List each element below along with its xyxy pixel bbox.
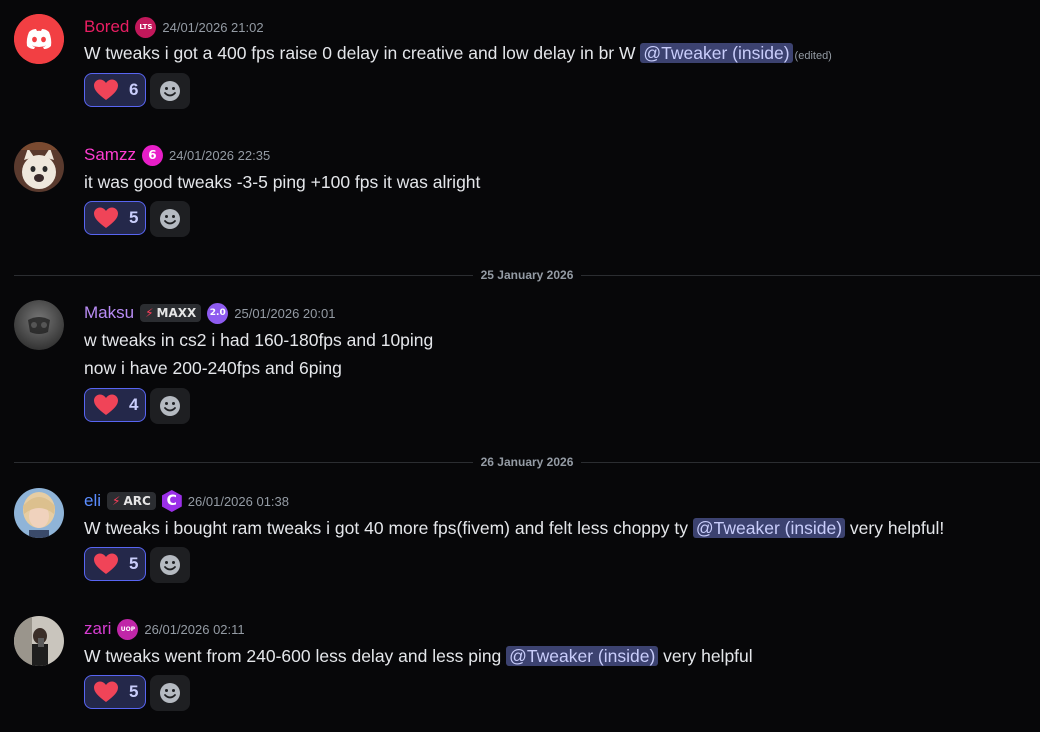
message-text: it was good tweaks -3-5 ping +100 fps it… [84, 172, 481, 192]
message-content: W tweaks i got a 400 fps raise 0 delay i… [84, 40, 832, 69]
reaction-count: 5 [129, 208, 139, 227]
username[interactable]: zari [84, 619, 111, 639]
reaction-count: 6 [129, 80, 139, 99]
message-content: W tweaks went from 240-600 less delay an… [84, 643, 753, 669]
add-reaction-button[interactable] [150, 675, 190, 711]
lightning-icon: ⚡ [112, 494, 121, 508]
timestamp[interactable]: 24/01/2026 22:35 [169, 148, 270, 163]
message-content: it was good tweaks -3-5 ping +100 fps it… [84, 169, 480, 195]
date-divider-label: 26 January 2026 [480, 455, 574, 469]
username[interactable]: eli [84, 491, 101, 511]
username[interactable]: Maksu [84, 303, 134, 323]
message-header: Samzz 6 24/01/2026 22:35 [84, 142, 270, 168]
message-header: eli ⚡ ARC C 26/01/2026 01:38 [84, 488, 289, 514]
user-mention[interactable]: @Tweaker (inside) [692, 518, 846, 538]
avatar[interactable] [14, 616, 64, 666]
message-text-after: very helpful [658, 646, 753, 666]
timestamp[interactable]: 26/01/2026 02:11 [144, 622, 244, 637]
guild-tag-badge[interactable]: 6 [141, 144, 163, 166]
smiley-icon [160, 209, 180, 229]
guild-tag-text: MAXX [156, 306, 197, 320]
message-header: Maksu ⚡ MAXX 2.0 25/01/2026 20:01 [84, 300, 335, 326]
message-text: W tweaks i got a 400 fps raise 0 delay i… [84, 43, 641, 63]
edited-label: (edited) [794, 50, 832, 62]
heart-icon [94, 553, 118, 574]
message-text-after: very helpful! [845, 518, 945, 538]
guild-tag[interactable]: ⚡ MAXX [140, 304, 202, 322]
avatar[interactable] [14, 142, 64, 192]
timestamp[interactable]: 26/01/2026 01:38 [188, 494, 289, 509]
reaction-count: 5 [129, 554, 139, 573]
message-text: now i have 200-240fps and 6ping [84, 358, 342, 378]
heart-icon [94, 207, 118, 228]
role-badge[interactable]: C [161, 490, 182, 512]
smiley-icon [160, 81, 180, 101]
heart-icon [94, 79, 118, 100]
chat-messages: Bored LTS 24/01/2026 21:02 W tweaks i go… [0, 0, 1040, 732]
reactions: 5 [84, 201, 190, 237]
avatar[interactable] [14, 488, 64, 538]
reaction-heart[interactable]: 5 [84, 201, 146, 235]
guild-tag-badge[interactable]: UOP [117, 618, 139, 640]
message-content-line-1: w tweaks in cs2 i had 160-180fps and 10p… [84, 327, 433, 353]
add-reaction-button[interactable] [150, 201, 190, 237]
reaction-heart[interactable]: 6 [84, 73, 146, 107]
smiley-icon [160, 555, 180, 575]
message-text: w tweaks in cs2 i had 160-180fps and 10p… [84, 330, 434, 350]
message-content: W tweaks i bought ram tweaks i got 40 mo… [84, 515, 944, 541]
smiley-icon [160, 683, 180, 703]
message-header: zari UOP 26/01/2026 02:11 [84, 616, 245, 642]
reaction-heart[interactable]: 4 [84, 388, 146, 422]
avatar[interactable] [14, 14, 64, 64]
message-header: Bored LTS 24/01/2026 21:02 [84, 14, 264, 40]
date-divider: 25 January 2026 [14, 265, 1040, 285]
date-divider-label: 25 January 2026 [480, 268, 574, 282]
date-divider: 26 January 2026 [14, 452, 1040, 472]
guild-tag[interactable]: ⚡ ARC [107, 492, 156, 510]
reaction-heart[interactable]: 5 [84, 675, 146, 709]
message-text: W tweaks went from 240-600 less delay an… [84, 646, 507, 666]
guild-tag-badge[interactable]: LTS [135, 16, 157, 38]
reactions: 5 [84, 547, 190, 583]
reaction-count: 5 [129, 682, 139, 701]
timestamp[interactable]: 25/01/2026 20:01 [234, 306, 335, 321]
heart-icon [94, 681, 118, 702]
reactions: 5 [84, 675, 190, 711]
reactions: 6 [84, 73, 190, 109]
reaction-heart[interactable]: 5 [84, 547, 146, 581]
add-reaction-button[interactable] [150, 547, 190, 583]
username[interactable]: Bored [84, 17, 129, 37]
message-text: W tweaks i bought ram tweaks i got 40 mo… [84, 518, 693, 538]
reaction-count: 4 [129, 395, 139, 414]
add-reaction-button[interactable] [150, 388, 190, 424]
add-reaction-button[interactable] [150, 73, 190, 109]
guild-tag-text: ARC [123, 494, 151, 508]
username[interactable]: Samzz [84, 145, 136, 165]
reactions: 4 [84, 388, 190, 424]
lightning-icon: ⚡ [145, 306, 154, 320]
timestamp[interactable]: 24/01/2026 21:02 [162, 20, 263, 35]
role-badge[interactable]: 2.0 [207, 302, 229, 324]
avatar[interactable] [14, 300, 64, 350]
smiley-icon [160, 396, 180, 416]
user-mention[interactable]: @Tweaker (inside) [640, 43, 793, 63]
heart-icon [94, 394, 118, 415]
message-content-line-2: now i have 200-240fps and 6ping [84, 355, 342, 381]
user-mention[interactable]: @Tweaker (inside) [506, 646, 659, 666]
